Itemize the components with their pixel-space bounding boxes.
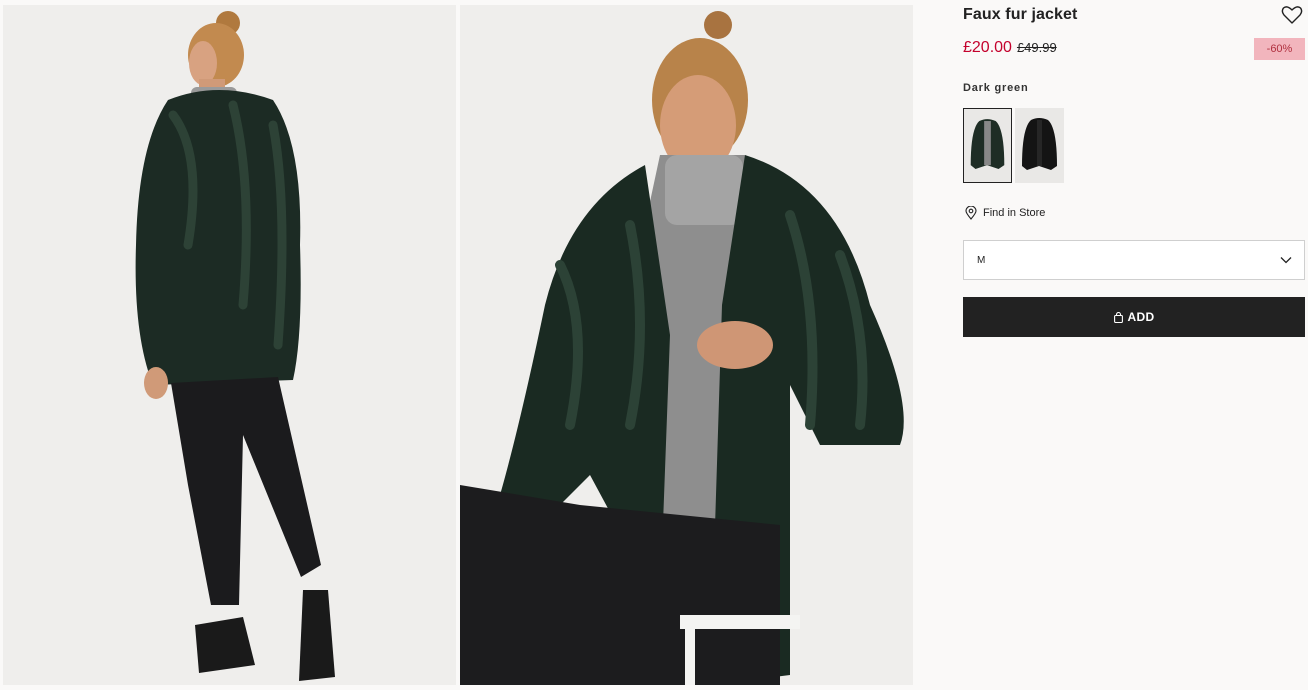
add-to-bag-button[interactable]: ADD bbox=[963, 297, 1305, 337]
discount-badge: -60% bbox=[1254, 38, 1305, 60]
find-in-store-link[interactable]: Find in Store bbox=[965, 206, 1045, 220]
chevron-down-icon bbox=[1280, 257, 1292, 264]
location-pin-icon bbox=[965, 206, 977, 220]
swatch-black[interactable] bbox=[1015, 108, 1064, 183]
price-row: £20.00 £49.99 bbox=[963, 39, 1057, 57]
original-price: £49.99 bbox=[1016, 40, 1057, 55]
model-back-illustration bbox=[3, 5, 456, 685]
sale-price: £20.00 bbox=[963, 39, 1012, 56]
product-details-panel: Faux fur jacket £20.00 £49.99 -60% Dark … bbox=[963, 0, 1305, 690]
black-jacket-thumbnail bbox=[1015, 108, 1064, 183]
favorite-button[interactable] bbox=[1281, 5, 1303, 25]
product-image-front-view[interactable] bbox=[460, 5, 913, 685]
product-gallery bbox=[3, 5, 913, 685]
shopping-bag-icon bbox=[1113, 311, 1123, 323]
add-button-label: ADD bbox=[1127, 310, 1155, 324]
selected-size: M bbox=[977, 254, 986, 266]
size-dropdown[interactable]: M bbox=[963, 240, 1305, 280]
color-swatches bbox=[963, 108, 1064, 183]
model-front-illustration bbox=[460, 5, 913, 685]
swatch-dark-green[interactable] bbox=[963, 108, 1012, 183]
product-image-back-view[interactable] bbox=[3, 5, 456, 685]
heart-icon bbox=[1281, 6, 1303, 24]
dark-green-jacket-thumbnail bbox=[964, 109, 1011, 182]
find-in-store-label: Find in Store bbox=[983, 207, 1046, 219]
selected-color-label: Dark green bbox=[963, 82, 1029, 94]
product-title: Faux fur jacket bbox=[963, 6, 1078, 23]
